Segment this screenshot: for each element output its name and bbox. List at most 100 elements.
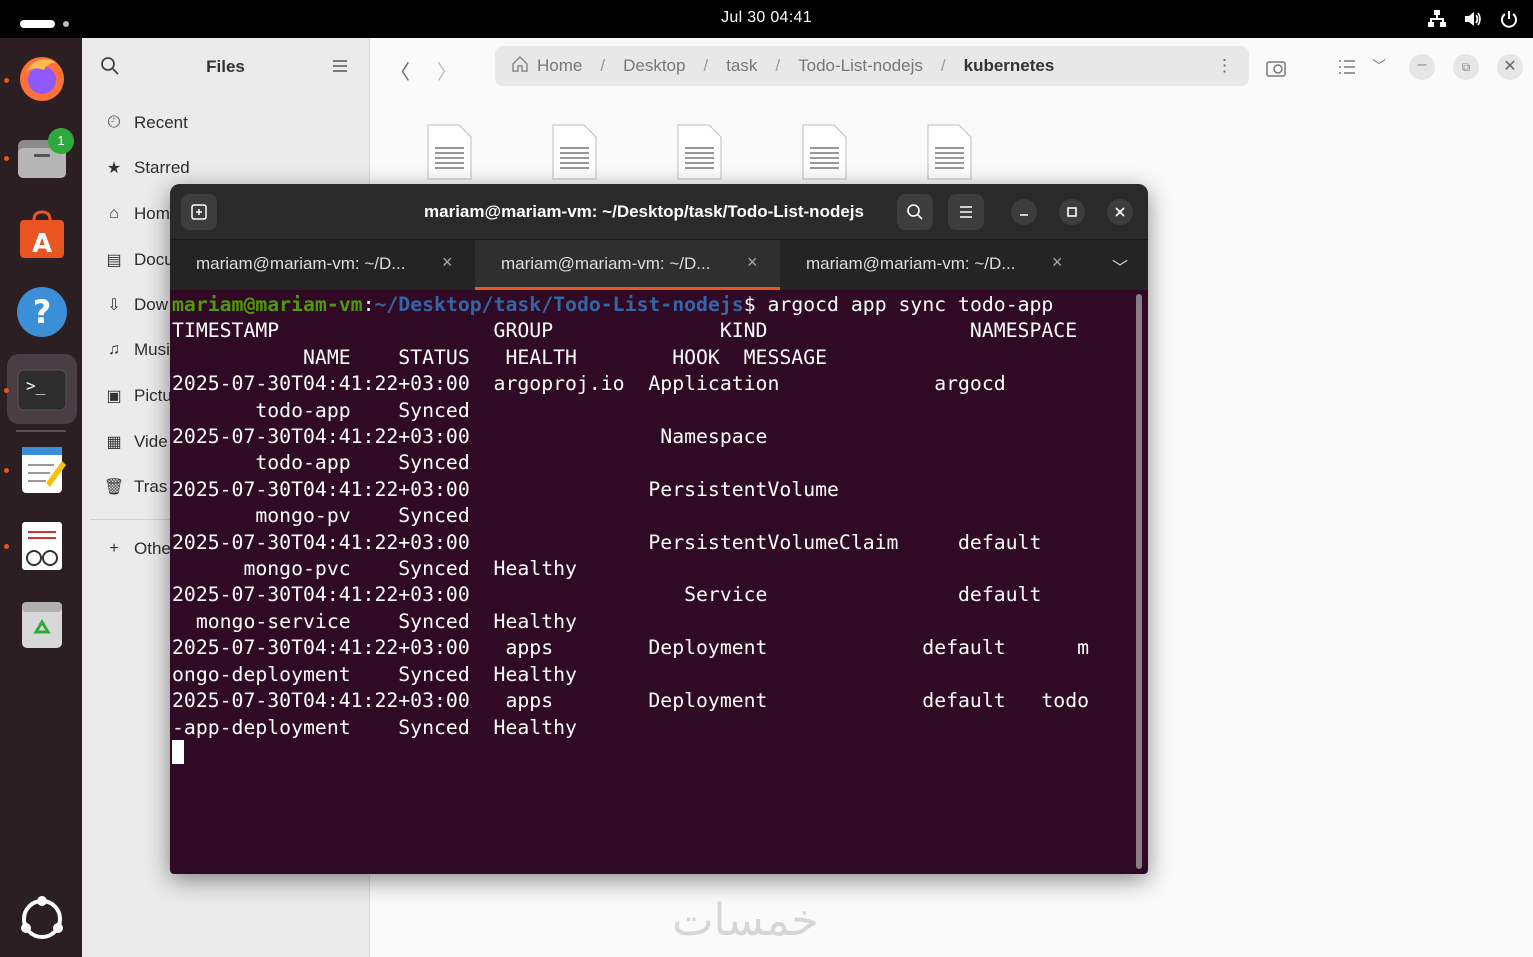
breadcrumb-kubernetes[interactable]: kubernetes bbox=[964, 56, 1055, 76]
minimize-button[interactable]: – bbox=[1409, 54, 1435, 80]
top-bar: Jul 30 04:41 bbox=[0, 0, 1533, 38]
running-indicator bbox=[4, 78, 9, 83]
home-icon: ⌂ bbox=[109, 205, 119, 222]
search-button[interactable] bbox=[897, 194, 933, 230]
download-icon: ⇩ bbox=[107, 297, 121, 314]
view-options-chevron-icon[interactable]: ﹀ bbox=[1372, 56, 1386, 76]
dock: 1 A ? >_ bbox=[0, 38, 82, 957]
command-text: $ argocd app sync todo-app bbox=[743, 293, 1054, 316]
close-tab-icon[interactable]: × bbox=[442, 252, 453, 273]
output-line: 2025-07-30T04:41:22+03:00 argoproj.io Ap… bbox=[172, 372, 1006, 396]
files-title: Files bbox=[206, 57, 245, 76]
restore-button[interactable]: ⧉ bbox=[1453, 54, 1479, 80]
power-icon[interactable] bbox=[1499, 9, 1519, 29]
sidebar-item-home[interactable]: ⌂ Hom bbox=[104, 200, 170, 228]
terminal-icon[interactable]: >_ bbox=[16, 364, 68, 416]
file-icon[interactable] bbox=[677, 124, 722, 180]
output-line: ongo-deployment Synced Healthy bbox=[172, 662, 577, 686]
more-options-icon[interactable]: ⋮ bbox=[1216, 56, 1233, 76]
prompt-path: ~/Desktop/task/Todo-List-nodejs bbox=[374, 293, 744, 316]
terminal-tab[interactable]: mariam@mariam-vm: ~/D... × bbox=[170, 240, 475, 290]
path-bar[interactable]: Home / Desktop / task / Todo-List-nodejs… bbox=[495, 46, 1249, 86]
app-center-icon[interactable]: A bbox=[16, 208, 68, 260]
file-icon[interactable] bbox=[802, 124, 847, 180]
show-apps-icon[interactable] bbox=[16, 893, 68, 945]
sidebar-item-starred[interactable]: ★ Starred bbox=[104, 154, 190, 182]
file-icon[interactable] bbox=[927, 124, 972, 180]
system-tray[interactable] bbox=[1427, 9, 1519, 29]
terminal-tab-active[interactable]: mariam@mariam-vm: ~/D... × bbox=[475, 240, 780, 290]
text-cursor bbox=[172, 740, 184, 764]
output-line: 2025-07-30T04:41:22+03:00 apps Deploymen… bbox=[172, 636, 1090, 660]
output-line: mongo-pvc Synced Healthy bbox=[172, 557, 577, 581]
sidebar-item-trash[interactable]: 🗑︎ Tras bbox=[103, 473, 168, 501]
music-icon: ♫ bbox=[108, 341, 120, 358]
minimize-button[interactable] bbox=[1011, 199, 1037, 225]
terminal-tab-bar: mariam@mariam-vm: ~/D... × mariam@mariam… bbox=[170, 240, 1148, 290]
breadcrumb-task[interactable]: task bbox=[726, 56, 757, 76]
breadcrumb-home[interactable]: Home bbox=[537, 56, 582, 76]
output-line: -app-deployment Synced Healthy bbox=[172, 715, 577, 739]
svg-text:>_: >_ bbox=[26, 376, 46, 395]
terminal-output[interactable]: mariam@mariam-vm:~/Desktop/task/Todo-Lis… bbox=[172, 292, 1132, 741]
trash-icon[interactable] bbox=[16, 598, 68, 650]
star-icon: ★ bbox=[106, 160, 122, 177]
back-button[interactable]: 〈 bbox=[390, 56, 410, 85]
hamburger-menu-button[interactable] bbox=[948, 194, 984, 230]
trash-icon: 🗑︎ bbox=[103, 479, 125, 496]
terminal-tab[interactable]: mariam@mariam-vm: ~/D... × bbox=[780, 240, 1085, 290]
dock-separator bbox=[16, 430, 66, 432]
search-folder-icon[interactable] bbox=[1266, 57, 1288, 84]
sidebar-item-pictures[interactable]: ▣ Pictu bbox=[104, 382, 171, 410]
output-line: mongo-pv Synced bbox=[172, 504, 470, 528]
forward-button[interactable]: 〉 bbox=[437, 56, 457, 85]
sidebar-item-downloads[interactable]: ⇩ Dow bbox=[104, 291, 168, 319]
sidebar-item-music[interactable]: ♫ Musi bbox=[104, 336, 170, 364]
scrollbar[interactable] bbox=[1136, 294, 1142, 869]
output-line: 2025-07-30T04:41:22+03:00 Namespace bbox=[172, 425, 768, 449]
breadcrumb-separator: / bbox=[940, 56, 946, 75]
breadcrumb-desktop[interactable]: Desktop bbox=[623, 56, 685, 76]
running-indicator bbox=[4, 388, 9, 393]
document-viewer-icon[interactable] bbox=[16, 520, 68, 572]
file-icon[interactable] bbox=[552, 124, 597, 180]
firefox-icon[interactable] bbox=[16, 52, 68, 104]
help-icon[interactable]: ? bbox=[16, 286, 68, 338]
active-tab-indicator bbox=[475, 287, 780, 290]
output-line: TIMESTAMP GROUP KIND NAMESPACE bbox=[172, 319, 1078, 343]
tab-list-chevron-icon[interactable]: ﹀ bbox=[1112, 254, 1128, 278]
watermark: خمسات bbox=[672, 895, 819, 946]
prompt-separator: : bbox=[362, 293, 375, 316]
breadcrumb-todo-list[interactable]: Todo-List-nodejs bbox=[798, 56, 923, 76]
output-line: NAME STATUS HEALTH HOOK MESSAGE bbox=[172, 345, 828, 369]
running-indicator bbox=[4, 468, 9, 473]
text-editor-icon[interactable] bbox=[16, 443, 68, 495]
sidebar-item-documents[interactable]: ▤ Docu bbox=[104, 246, 173, 274]
sidebar-item-other-locations[interactable]: + Othe bbox=[104, 535, 171, 563]
date-time[interactable]: Jul 30 04:41 bbox=[0, 9, 1533, 27]
plus-icon: + bbox=[109, 540, 119, 557]
breadcrumb-separator: / bbox=[775, 56, 781, 75]
file-icon[interactable] bbox=[427, 124, 472, 180]
sidebar-item-videos[interactable]: ▦ Vide bbox=[104, 428, 167, 456]
prompt-user: mariam@mariam-vm bbox=[172, 293, 363, 316]
maximize-button[interactable] bbox=[1059, 199, 1085, 225]
prompt-line: mariam@mariam-vm:~/Desktop/task/Todo-Lis… bbox=[172, 292, 1132, 318]
network-icon[interactable] bbox=[1427, 9, 1447, 29]
breadcrumb-separator: / bbox=[703, 56, 709, 75]
menu-icon[interactable] bbox=[332, 58, 348, 79]
clock-icon: 🕘︎ bbox=[107, 114, 121, 131]
list-view-icon[interactable] bbox=[1338, 58, 1356, 81]
terminal-header-bar[interactable]: mariam@mariam-vm: ~/Desktop/task/Todo-Li… bbox=[170, 184, 1148, 240]
close-tab-icon[interactable]: × bbox=[1052, 252, 1063, 273]
output-line: 2025-07-30T04:41:22+03:00 PersistentVolu… bbox=[172, 477, 839, 501]
volume-icon[interactable] bbox=[1463, 9, 1483, 29]
close-button[interactable]: ✕ bbox=[1497, 54, 1523, 80]
close-tab-icon[interactable]: × bbox=[747, 252, 758, 273]
svg-text:A: A bbox=[32, 229, 52, 259]
sidebar-item-recent[interactable]: 🕘︎ Recent bbox=[104, 109, 188, 137]
close-button[interactable] bbox=[1107, 199, 1133, 225]
output-line: todo-app Synced bbox=[172, 451, 470, 475]
output-line: mongo-service Synced Healthy bbox=[172, 609, 577, 633]
terminal-window[interactable]: mariam@mariam-vm: ~/Desktop/task/Todo-Li… bbox=[170, 184, 1148, 874]
